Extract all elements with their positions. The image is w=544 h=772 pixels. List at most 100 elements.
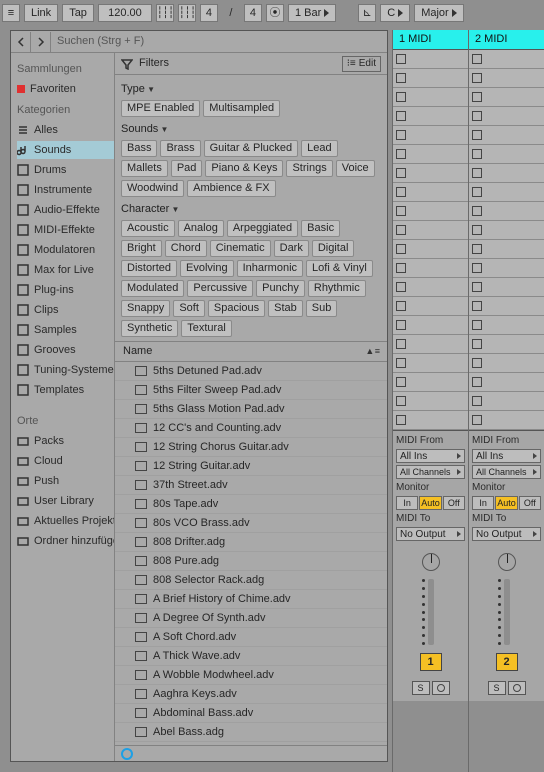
file-row[interactable]: 80s Tape.adv — [115, 495, 387, 514]
filter-tag[interactable]: Ambience & FX — [187, 180, 275, 197]
clip-slot[interactable] — [393, 411, 468, 430]
filter-tag[interactable]: Acoustic — [121, 220, 175, 237]
clip-slot[interactable] — [393, 240, 468, 259]
sidebar-item[interactable]: Alles — [17, 121, 114, 139]
sort-icon[interactable]: ▲ ≡ — [365, 345, 379, 358]
nudge-icon[interactable]: ┆┆┆ — [178, 4, 196, 22]
clip-slot[interactable] — [393, 183, 468, 202]
filter-tag[interactable]: Lead — [301, 140, 337, 157]
io-input-select[interactable]: All Ins — [472, 449, 541, 463]
file-row[interactable]: 37th Street.adv — [115, 476, 387, 495]
filter-tag[interactable]: Guitar & Plucked — [204, 140, 299, 157]
search-input[interactable]: Suchen (Strg + F) — [51, 32, 387, 52]
sidebar-item[interactable]: Sounds — [17, 141, 114, 159]
filter-tag[interactable]: Modulated — [121, 280, 184, 297]
monitor-button[interactable]: Auto — [419, 496, 441, 510]
clip-slot[interactable] — [469, 107, 544, 126]
track-activator[interactable]: 1 — [420, 653, 442, 671]
filter-group-title[interactable]: Type — [121, 83, 381, 96]
filter-tag[interactable]: MPE Enabled — [121, 100, 200, 117]
filter-tag[interactable]: Snappy — [121, 300, 170, 317]
monitor-button[interactable]: In — [472, 496, 494, 510]
clip-slot[interactable] — [469, 221, 544, 240]
monitor-button[interactable]: Auto — [495, 496, 517, 510]
filter-tag[interactable]: Multisampled — [203, 100, 280, 117]
clip-slot[interactable] — [393, 316, 468, 335]
clip-slot[interactable] — [469, 278, 544, 297]
quantize-select[interactable]: 1 Bar — [288, 4, 336, 22]
filter-tag[interactable]: Mallets — [121, 160, 168, 177]
sidebar-item[interactable]: Plug-ins — [17, 281, 114, 299]
clip-slot[interactable] — [469, 88, 544, 107]
filter-tag[interactable]: Strings — [286, 160, 332, 177]
filter-group-title[interactable]: Character — [121, 203, 381, 216]
file-row[interactable]: 808 Drifter.adg — [115, 533, 387, 552]
sidebar-item[interactable]: Ordner hinzufügen — [17, 532, 114, 550]
sidebar-item[interactable]: Clips — [17, 301, 114, 319]
filter-tag[interactable]: Digital — [312, 240, 355, 257]
tempo-field[interactable]: 120.00 — [98, 4, 152, 22]
filter-tag[interactable]: Analog — [178, 220, 224, 237]
sidebar-item[interactable]: Cloud — [17, 452, 114, 470]
filter-tag[interactable]: Punchy — [256, 280, 305, 297]
filter-tag[interactable]: Synthetic — [121, 320, 178, 337]
io-output-select[interactable]: No Output — [472, 527, 541, 541]
file-row[interactable]: 12 String Chorus Guitar.adv — [115, 438, 387, 457]
io-channel-select[interactable]: All Channels — [472, 465, 541, 479]
clip-slot[interactable] — [469, 50, 544, 69]
time-sig-num[interactable]: 4 — [200, 4, 218, 22]
record-arm-button[interactable] — [432, 681, 450, 695]
clip-slot[interactable] — [469, 411, 544, 430]
file-row[interactable]: 12 CC's and Counting.adv — [115, 419, 387, 438]
monitor-button[interactable]: Off — [519, 496, 541, 510]
clip-slot[interactable] — [393, 297, 468, 316]
io-input-select[interactable]: All Ins — [396, 449, 465, 463]
monitor-button[interactable]: Off — [443, 496, 465, 510]
clip-slot[interactable] — [469, 164, 544, 183]
tap-button[interactable]: Tap — [62, 4, 94, 22]
clip-slot[interactable] — [393, 221, 468, 240]
record-arm-button[interactable] — [508, 681, 526, 695]
sidebar-item[interactable]: Max for Live — [17, 261, 114, 279]
sidebar-item[interactable]: Push — [17, 472, 114, 490]
clip-slot[interactable] — [393, 202, 468, 221]
sidebar-item[interactable]: Packs — [17, 432, 114, 450]
filter-tag[interactable]: Woodwind — [121, 180, 184, 197]
clip-slot[interactable] — [469, 202, 544, 221]
volume-fader[interactable] — [428, 579, 434, 645]
nav-back-button[interactable] — [11, 32, 31, 52]
clip-slot[interactable] — [393, 354, 468, 373]
file-row[interactable]: 808 Pure.adg — [115, 552, 387, 571]
metronome-toggle[interactable]: ⦿ — [266, 4, 284, 22]
file-row[interactable]: Aaghra Keys.adv — [115, 685, 387, 704]
filter-tag[interactable]: Sub — [306, 300, 338, 317]
filter-tag[interactable]: Dark — [274, 240, 309, 257]
filter-tag[interactable]: Rhythmic — [308, 280, 366, 297]
filter-tag[interactable]: Stab — [268, 300, 303, 317]
clip-slot[interactable] — [393, 88, 468, 107]
sidebar-item[interactable]: MIDI-Effekte — [17, 221, 114, 239]
clip-slot[interactable] — [393, 259, 468, 278]
filter-tag[interactable]: Inharmonic — [237, 260, 303, 277]
filter-group-title[interactable]: Sounds — [121, 123, 381, 136]
clip-slot[interactable] — [469, 69, 544, 88]
file-row[interactable]: A Thick Wave.adv — [115, 647, 387, 666]
file-row[interactable]: 5ths Glass Motion Pad.adv — [115, 400, 387, 419]
key-icon[interactable]: ⊾ — [358, 4, 376, 22]
clip-slot[interactable] — [469, 316, 544, 335]
file-row[interactable]: 12 String Guitar.adv — [115, 457, 387, 476]
sidebar-item[interactable]: User Library — [17, 492, 114, 510]
clip-slot[interactable] — [393, 69, 468, 88]
filter-tag[interactable]: Lofi & Vinyl — [306, 260, 373, 277]
filter-tag[interactable]: Arpeggiated — [227, 220, 298, 237]
sidebar-item[interactable]: Instrumente — [17, 181, 114, 199]
solo-button[interactable]: S — [488, 681, 506, 695]
filter-tag[interactable]: Bass — [121, 140, 157, 157]
nav-fwd-button[interactable] — [31, 32, 51, 52]
io-channel-select[interactable]: All Channels — [396, 465, 465, 479]
edit-filters-button[interactable]: ⁝≡Edit — [342, 56, 381, 72]
clip-slot[interactable] — [393, 373, 468, 392]
monitor-button[interactable]: In — [396, 496, 418, 510]
info-icon[interactable] — [121, 748, 133, 760]
clip-slot[interactable] — [393, 50, 468, 69]
